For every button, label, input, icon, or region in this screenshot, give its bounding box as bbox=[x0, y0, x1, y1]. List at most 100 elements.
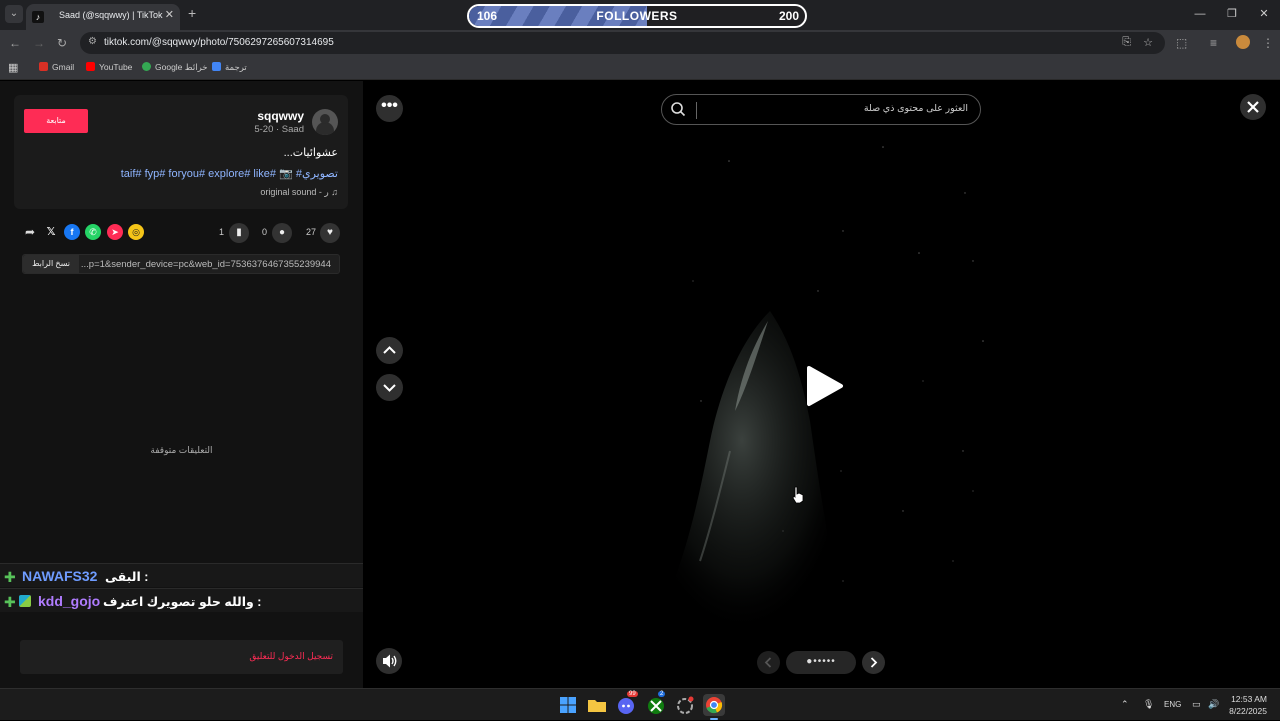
copy-link-button[interactable]: نسخ الرابط bbox=[23, 255, 79, 273]
tiktok-favicon-icon: ♪ bbox=[32, 11, 44, 23]
bookmark-translate[interactable]: ترجمة bbox=[212, 62, 247, 73]
apps-grid-icon[interactable]: ▦ bbox=[8, 61, 18, 74]
likes-count: 27 bbox=[306, 227, 317, 237]
author-subline: 5-20 · Saad bbox=[254, 124, 304, 135]
more-options-button[interactable]: ••• bbox=[376, 95, 403, 122]
media-control-icon[interactable]: ≡ bbox=[1210, 36, 1217, 50]
share-and-stats-row: ➦ 𝕏 f ✆ ➤ ◎ 1 ▮ 0 ● 27 ♥ bbox=[14, 223, 348, 245]
plus-badge-icon: ✚ bbox=[4, 569, 16, 585]
folder-icon bbox=[588, 700, 606, 712]
start-button[interactable] bbox=[557, 694, 579, 716]
forward-icon[interactable]: → bbox=[33, 36, 45, 50]
site-info-icon[interactable]: ⚙ bbox=[88, 36, 97, 47]
login-to-comment-text: تسجيل الدخول للتعليق bbox=[249, 651, 333, 661]
post-caption: عشوائيات... bbox=[283, 147, 338, 159]
share-link-row: نسخ الرابط ...p=1&sender_device=pc&web_i… bbox=[22, 254, 340, 274]
bookmark-icon: ▮ bbox=[229, 223, 249, 243]
volume-button[interactable] bbox=[376, 648, 402, 674]
install-app-icon[interactable]: ⎘ bbox=[1122, 36, 1131, 49]
post-hashtags[interactable]: taif# fyp# foryou# explore# like# 📷 #تصو… bbox=[121, 167, 338, 180]
window-close-icon[interactable]: ✕ bbox=[1248, 0, 1280, 30]
back-icon[interactable]: ← bbox=[9, 36, 21, 50]
chrome-button[interactable] bbox=[703, 694, 725, 720]
search-icon[interactable] bbox=[670, 101, 686, 117]
bookmark-google-maps[interactable]: Google خرائط bbox=[142, 62, 208, 73]
platform-badge-icon bbox=[19, 595, 31, 607]
minimize-icon[interactable]: — bbox=[1184, 0, 1216, 30]
related-search-input[interactable]: العثور على محتوى ذي صلة bbox=[661, 94, 981, 125]
likes-stat[interactable]: 27 ♥ bbox=[306, 223, 346, 243]
close-viewer-button[interactable] bbox=[1240, 94, 1266, 120]
share-link-text[interactable]: ...p=1&sender_device=pc&web_id=753637646… bbox=[81, 259, 331, 270]
gaming-app-button[interactable] bbox=[674, 694, 696, 716]
saves-stat[interactable]: 1 ▮ bbox=[219, 223, 253, 243]
translate-icon bbox=[212, 62, 221, 71]
tab-close-icon[interactable]: ✕ bbox=[165, 8, 174, 21]
input-language[interactable]: ENG bbox=[1164, 700, 1181, 709]
play-icon[interactable] bbox=[803, 364, 845, 408]
sound-name: original sound - ر bbox=[260, 187, 329, 197]
post-sound[interactable]: original sound - ر ♫ bbox=[260, 187, 338, 198]
followers-goal: 200 bbox=[778, 9, 799, 23]
clock-date[interactable]: 8/22/2025 bbox=[1229, 706, 1267, 716]
gmail-icon bbox=[39, 62, 48, 71]
browser-tab-bar: ⌄ ♪ Saad (@sqqwwy) | TikTok ✕ + 106 FOLL… bbox=[0, 0, 1280, 30]
comment-login-box[interactable]: تسجيل الدخول للتعليق bbox=[20, 640, 343, 674]
telegram-share-icon[interactable]: ➤ bbox=[107, 224, 123, 240]
network-icon[interactable]: ▭ bbox=[1192, 699, 1201, 710]
address-bar[interactable]: ⚙ tiktok.com/@sqqwwy/photo/7506297265607… bbox=[80, 32, 1165, 54]
next-post-button[interactable] bbox=[376, 374, 403, 401]
author-avatar[interactable] bbox=[312, 109, 338, 135]
comments-disabled-text: التعليقات متوقفة bbox=[150, 445, 213, 455]
url-text: tiktok.com/@sqqwwy/photo/750629726560731… bbox=[104, 37, 334, 48]
bookmark-youtube[interactable]: YouTube bbox=[86, 62, 132, 72]
clock-time[interactable]: 12:53 AM bbox=[1231, 694, 1267, 704]
tab-search-button[interactable]: ⌄ bbox=[5, 5, 23, 23]
extensions-icon[interactable]: ⬚ bbox=[1176, 36, 1187, 50]
saves-count: 1 bbox=[219, 227, 225, 237]
comments-stat[interactable]: 0 ● bbox=[262, 223, 296, 243]
bookmark-gmail[interactable]: Gmail bbox=[39, 62, 74, 72]
comment-icon: ● bbox=[272, 223, 292, 243]
volume-tray-icon[interactable]: 🔊 bbox=[1208, 699, 1219, 710]
chevron-left-icon bbox=[764, 657, 772, 668]
tab-title: Saad (@sqqwwy) | TikTok bbox=[59, 10, 163, 20]
chevron-right-icon bbox=[870, 657, 878, 668]
x-share-icon[interactable]: 𝕏 bbox=[43, 224, 59, 240]
carousel-prev-button[interactable] bbox=[757, 651, 780, 674]
close-icon bbox=[1247, 101, 1259, 113]
menu-kebab-icon[interactable]: ⋮ bbox=[1262, 36, 1274, 50]
photo-viewer: ••• العثور على محتوى ذي صلة ●••••• bbox=[363, 81, 1280, 688]
author-username[interactable]: sqqwwy bbox=[257, 109, 304, 123]
search-placeholder: العثور على محتوى ذي صلة bbox=[863, 103, 968, 114]
profile-avatar-icon[interactable] bbox=[1236, 35, 1250, 49]
post-details-panel: متابعة sqqwwy 5-20 · Saad عشوائيات... ta… bbox=[0, 81, 363, 688]
gaming-app-icon bbox=[677, 696, 694, 714]
more-share-icon[interactable]: ◎ bbox=[128, 224, 144, 240]
facebook-share-icon[interactable]: f bbox=[64, 224, 80, 240]
discord-icon bbox=[618, 698, 634, 714]
discord-button[interactable]: 99 bbox=[615, 691, 638, 716]
carousel-next-button[interactable] bbox=[862, 651, 885, 674]
youtube-icon bbox=[86, 62, 95, 71]
tray-overflow-icon[interactable]: ⌃ bbox=[1121, 699, 1129, 710]
previous-post-button[interactable] bbox=[376, 337, 403, 364]
music-note-icon: ♫ bbox=[331, 187, 338, 197]
bookmark-star-icon[interactable]: ☆ bbox=[1143, 36, 1153, 49]
browser-tab-active[interactable]: ♪ Saad (@sqqwwy) | TikTok ✕ bbox=[26, 4, 180, 30]
share-arrow-icon[interactable]: ➦ bbox=[22, 224, 38, 240]
whatsapp-share-icon[interactable]: ✆ bbox=[85, 224, 101, 240]
chat-username: NAWAFS32 bbox=[22, 568, 98, 584]
chevron-up-icon bbox=[383, 346, 396, 354]
restore-icon[interactable]: ❐ bbox=[1216, 0, 1248, 30]
search-divider bbox=[696, 102, 697, 119]
microphone-icon[interactable]: 🎙 bbox=[1143, 699, 1154, 710]
follow-button[interactable]: متابعة bbox=[24, 109, 88, 133]
chat-message: ✚ NAWAFS32 البقى : bbox=[0, 563, 363, 587]
xbox-button[interactable]: 2 bbox=[645, 691, 667, 716]
new-tab-button[interactable]: + bbox=[188, 5, 196, 21]
bookmarks-bar: ▦ Gmail YouTube Google خرائط ترجمة bbox=[0, 56, 1280, 80]
reload-icon[interactable]: ↻ bbox=[57, 36, 67, 50]
file-explorer-button[interactable] bbox=[586, 694, 608, 716]
heart-icon: ♥ bbox=[320, 223, 340, 243]
